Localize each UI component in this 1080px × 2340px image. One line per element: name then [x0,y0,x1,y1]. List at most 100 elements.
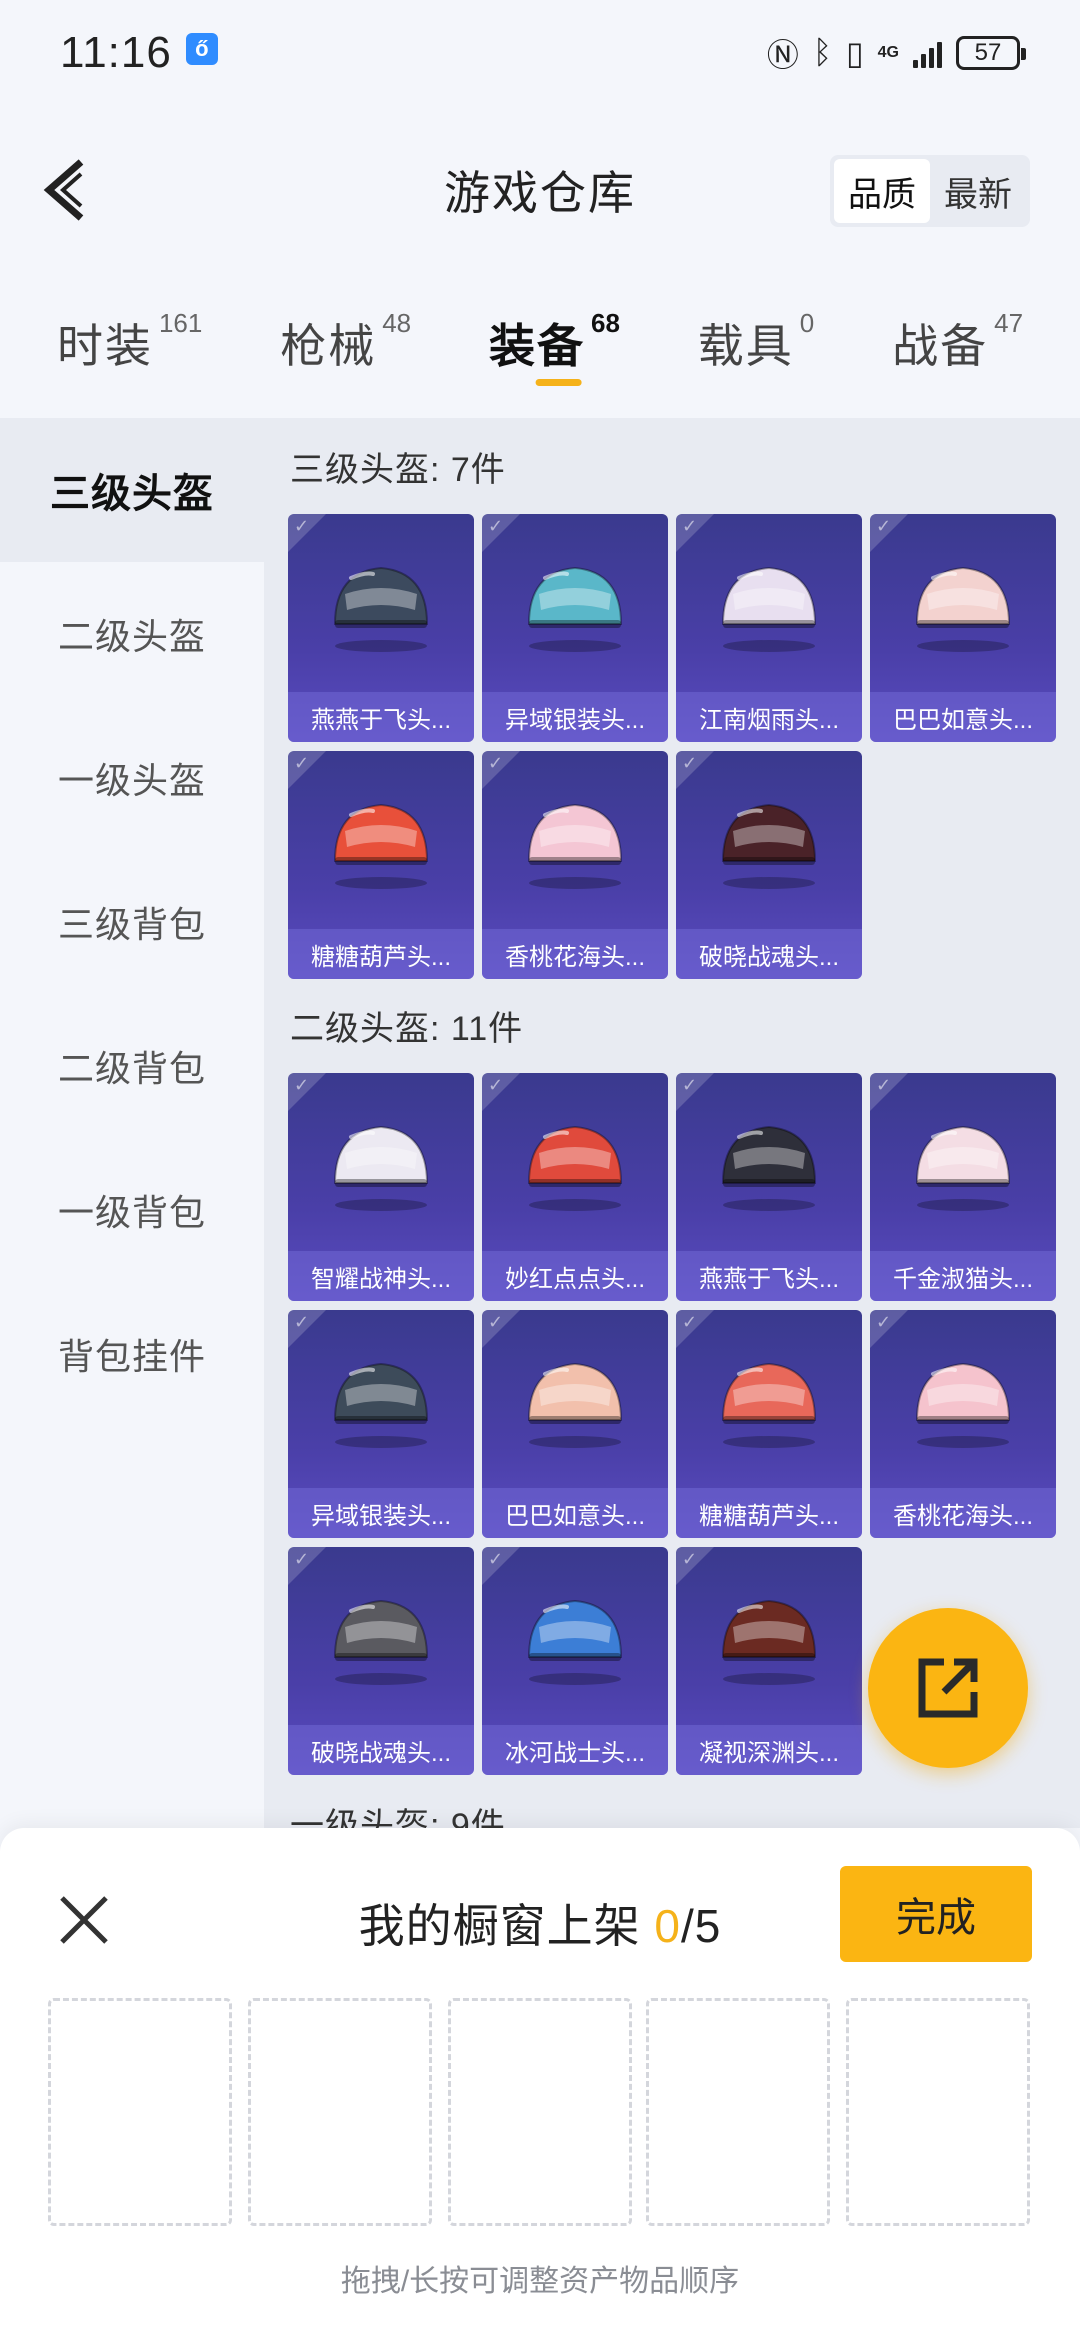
helmet-icon [721,1599,817,1685]
check-icon: ✓ [682,1549,698,1569]
item-name: 香桃花海头... [482,929,668,979]
helmet-icon [333,1125,429,1211]
item-card[interactable]: ✓ 异域银装头... [288,1310,474,1538]
tab-count: 161 [158,308,203,338]
item-card[interactable]: ✓ 江南烟雨头... [676,514,862,742]
sidebar: 三级头盔 二级头盔 一级头盔 三级背包 二级背包 一级背包 背包挂件 [0,418,264,1828]
helmet-icon [915,566,1011,652]
sidebar-item-level1-backpack[interactable]: 一级背包 [0,1138,264,1282]
helmet-icon [721,1125,817,1211]
vibrate-icon: ▯ [846,34,864,71]
item-card[interactable]: ✓ 异域银装头... [482,514,668,742]
item-name: 燕燕于飞头... [676,1251,862,1301]
helmet-icon [721,566,817,652]
tab-label: 时装 [56,320,153,372]
sidebar-item-level3-helmet[interactable]: 三级头盔 [0,418,264,562]
share-button[interactable] [868,1608,1028,1768]
check-icon: ✓ [682,1075,698,1095]
showcase-slot[interactable] [448,1998,632,2226]
helmet-icon [333,1362,429,1448]
check-icon: ✓ [294,1312,310,1332]
item-card[interactable]: ✓ 凝视深渊头... [676,1547,862,1775]
sheet-title-text: 我的橱窗上架 [358,1900,641,1952]
sort-quality[interactable]: 品质 [834,159,930,223]
sidebar-item-backpack-charm[interactable]: 背包挂件 [0,1282,264,1426]
check-icon: ✓ [294,753,310,773]
showcase-total: /5 [681,1900,722,1952]
showcase-slot[interactable] [248,1998,432,2226]
bluetooth-icon: ᛒ [812,34,833,70]
item-card[interactable]: ✓ 智耀战神头... [288,1073,474,1301]
showcase-slot[interactable] [646,1998,830,2226]
category-tabs: 时装 161 枪械 48 装备 68 载具 0 战备 47 [0,290,1080,400]
tab-vehicles[interactable]: 载具 0 [698,290,814,400]
tab-label: 枪械 [280,320,377,372]
item-card[interactable]: ✓ 糖糖葫芦头... [676,1310,862,1538]
item-card[interactable]: ✓ 糖糖葫芦头... [288,751,474,979]
item-card[interactable]: ✓ 巴巴如意头... [870,514,1056,742]
item-name: 千金淑猫头... [870,1251,1056,1301]
tab-weapons[interactable]: 枪械 48 [280,290,411,400]
done-button[interactable]: 完成 [840,1866,1032,1962]
helmet-icon [527,1362,623,1448]
item-name: 糖糖葫芦头... [288,929,474,979]
status-time: 11:16 [60,27,172,77]
signal-icon [913,38,942,68]
helmet-icon [527,1599,623,1685]
network-type: 4G [877,43,899,61]
check-icon: ✓ [682,1312,698,1332]
back-icon [43,159,84,221]
item-name: 江南烟雨头... [676,692,862,742]
item-card[interactable]: ✓ 燕燕于飞头... [676,1073,862,1301]
sidebar-item-level2-helmet[interactable]: 二级头盔 [0,562,264,706]
section-title-level3: 三级头盔: 7件 [290,451,506,489]
section-title-level1: 一级头盔: 9件 [290,1807,506,1828]
item-card[interactable]: ✓ 破晓战魂头... [676,751,862,979]
check-icon: ✓ [294,516,310,536]
sidebar-item-level2-backpack[interactable]: 二级背包 [0,994,264,1138]
item-name: 智耀战神头... [288,1251,474,1301]
item-card[interactable]: ✓ 破晓战魂头... [288,1547,474,1775]
share-icon [918,1658,978,1718]
sort-latest[interactable]: 最新 [930,159,1026,223]
tab-active-indicator [536,379,583,386]
helmet-icon [333,566,429,652]
check-icon: ✓ [488,1549,504,1569]
tab-label: 载具 [697,320,794,372]
helmet-icon [333,803,429,889]
item-name: 破晓战魂头... [288,1725,474,1775]
check-icon: ✓ [294,1549,310,1569]
item-name: 糖糖葫芦头... [676,1488,862,1538]
item-card[interactable]: ✓ 燕燕于飞头... [288,514,474,742]
back-button[interactable] [28,152,104,228]
item-card[interactable]: ✓ 巴巴如意头... [482,1310,668,1538]
sidebar-item-level3-backpack[interactable]: 三级背包 [0,850,264,994]
tab-equipment[interactable]: 装备 68 [489,290,620,400]
check-icon: ✓ [488,753,504,773]
battery-icon: 57 [956,35,1026,70]
helmet-icon [333,1599,429,1685]
tab-fashion[interactable]: 时装 161 [57,290,202,400]
showcase-slot[interactable] [48,1998,232,2226]
tab-gear[interactable]: 战备 47 [892,290,1023,400]
section-title-level2: 二级头盔: 11件 [290,1010,524,1048]
item-card[interactable]: ✓ 千金淑猫头... [870,1073,1056,1301]
item-card[interactable]: ✓ 香桃花海头... [870,1310,1056,1538]
showcase-sheet: 我的橱窗上架 0/5 完成 拖拽/长按可调整资产物品顺序 [0,1828,1080,2340]
item-name: 凝视深渊头... [676,1725,862,1775]
sort-toggle: 品质 最新 [830,155,1030,227]
item-card[interactable]: ✓ 妙红点点头... [482,1073,668,1301]
helmet-icon [915,1362,1011,1448]
status-icons: Ⓝ ᛒ ▯ 4G 57 [767,30,1026,76]
helmet-icon [721,1362,817,1448]
item-card[interactable]: ✓ 冰河战士头... [482,1547,668,1775]
check-icon: ✓ [488,1312,504,1332]
page-title: 游戏仓库 [444,167,636,219]
item-name: 巴巴如意头... [870,692,1056,742]
sidebar-item-level1-helmet[interactable]: 一级头盔 [0,706,264,850]
check-icon: ✓ [682,516,698,536]
helmet-icon [721,803,817,889]
showcase-slot[interactable] [846,1998,1030,2226]
item-card[interactable]: ✓ 香桃花海头... [482,751,668,979]
check-icon: ✓ [682,753,698,773]
